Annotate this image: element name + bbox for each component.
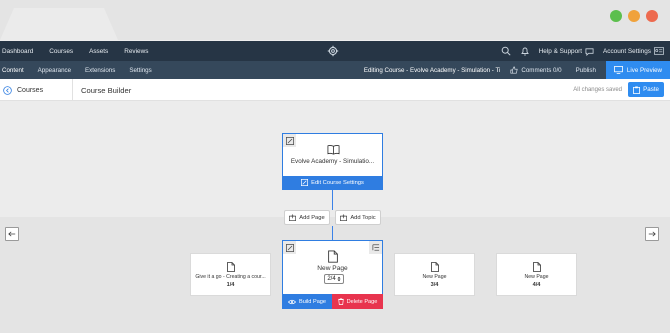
- page-title: Course Builder: [81, 85, 132, 95]
- account-settings-label: Account Settings: [603, 47, 651, 55]
- account-settings-link[interactable]: Account Settings: [603, 47, 664, 55]
- tab-appearance[interactable]: Appearance: [36, 61, 73, 79]
- eye-icon: [287, 299, 296, 304]
- bell-icon[interactable]: [520, 46, 530, 56]
- chat-bubble-icon: [585, 47, 594, 56]
- arrow-left-circle-icon: [3, 85, 12, 95]
- delete-page-label: Delete Page: [346, 298, 378, 305]
- monitor-icon: [614, 66, 623, 74]
- id-card-icon: [654, 47, 664, 55]
- page-icon: [533, 262, 541, 272]
- courses-breadcrumb-label: Courses: [17, 86, 44, 94]
- page-position: 2/4: [327, 276, 336, 282]
- edit-icon: [285, 136, 294, 145]
- breadcrumb-bar: Courses Course Builder All changes saved…: [0, 79, 670, 101]
- page-position-stepper[interactable]: 2/4: [324, 274, 344, 284]
- stepper-arrows-icon: [337, 276, 341, 282]
- thumbs-up-icon: [510, 66, 518, 74]
- browser-tab[interactable]: [0, 8, 118, 40]
- page-icon: [431, 262, 439, 272]
- page-icon: [328, 250, 338, 263]
- scroll-left-button[interactable]: [5, 227, 19, 241]
- page-position: 1/4: [226, 282, 235, 288]
- search-icon[interactable]: [501, 46, 511, 56]
- page-position: 3/4: [430, 282, 439, 288]
- paste-label: Paste: [643, 86, 659, 93]
- arrow-right-icon: [648, 231, 656, 237]
- connector-line-top: [332, 190, 333, 210]
- tab-content[interactable]: Content: [0, 61, 26, 79]
- page-structure-corner[interactable]: [369, 241, 382, 254]
- delete-page-button[interactable]: Delete Page: [332, 294, 383, 309]
- page-card-4[interactable]: New Page 4/4: [496, 253, 577, 296]
- comments-button[interactable]: Comments 0/0: [510, 66, 562, 74]
- page-title: New Page: [317, 265, 348, 272]
- help-support-link[interactable]: Help & Support: [539, 47, 594, 56]
- browser-chrome: [0, 0, 670, 40]
- page-title: New Page: [524, 274, 549, 280]
- nav-courses[interactable]: Courses: [49, 48, 73, 55]
- add-topic-label: Add Topic: [350, 214, 376, 221]
- add-topic-icon: [340, 214, 348, 221]
- window-dot-orange[interactable]: [628, 10, 640, 22]
- page-card-3[interactable]: New Page 3/4: [394, 253, 475, 296]
- page-card-2[interactable]: New Page 2/4: [282, 240, 383, 295]
- top-navigation: Dashboard Courses Assets Reviews Help & …: [0, 41, 670, 61]
- help-support-label: Help & Support: [538, 47, 583, 55]
- course-edit-corner[interactable]: [283, 134, 296, 147]
- editing-course-label: Editing Course - Evolve Academy - Simula…: [363, 66, 501, 74]
- add-page-label: Add Page: [299, 214, 325, 221]
- page-card-1[interactable]: Give it a go - Creating a cour... 1/4: [190, 253, 271, 296]
- nav-reviews[interactable]: Reviews: [124, 48, 148, 55]
- live-preview-label: Live Preview: [626, 66, 662, 74]
- arrow-left-icon: [8, 231, 16, 237]
- comments-label: Comments 0/0: [521, 66, 562, 74]
- add-page-button[interactable]: Add Page: [284, 210, 330, 225]
- page-title: New Page: [422, 274, 447, 280]
- publish-button[interactable]: Publish: [576, 67, 596, 74]
- page-edit-corner[interactable]: [283, 241, 296, 254]
- save-status: All changes saved: [573, 87, 622, 93]
- book-icon: [327, 144, 340, 155]
- course-card[interactable]: Evolve Academy - Simulatio... Edit Cours…: [282, 133, 383, 190]
- tab-settings[interactable]: Settings: [127, 61, 153, 79]
- build-page-label: Build Page: [298, 298, 327, 305]
- tab-extensions[interactable]: Extensions: [83, 61, 117, 79]
- nav-assets[interactable]: Assets: [89, 48, 108, 55]
- connector-line-bottom: [332, 226, 333, 240]
- paste-button[interactable]: Paste: [628, 82, 664, 97]
- edit-icon: [285, 243, 294, 252]
- back-to-courses-button[interactable]: Courses: [3, 79, 73, 101]
- window-dot-red[interactable]: [646, 10, 658, 22]
- clipboard-icon: [633, 86, 641, 94]
- course-title: Evolve Academy - Simulatio...: [290, 158, 375, 165]
- live-preview-button[interactable]: Live Preview: [605, 61, 670, 79]
- page-title: Give it a go - Creating a cour...: [195, 274, 266, 280]
- nav-dashboard[interactable]: Dashboard: [2, 48, 33, 55]
- scroll-right-button[interactable]: [645, 227, 659, 241]
- edit-course-settings-label: Edit Course Settings: [311, 179, 364, 186]
- page-position: 4/4: [532, 282, 541, 288]
- list-tree-icon: [372, 244, 379, 251]
- add-page-icon: [289, 214, 297, 221]
- window-dot-green[interactable]: [610, 10, 622, 22]
- page-icon: [227, 262, 235, 272]
- gear-icon[interactable]: [327, 45, 339, 57]
- window-controls: [610, 10, 658, 22]
- edit-icon: [301, 179, 309, 186]
- sub-navigation: Content Appearance Extensions Settings E…: [0, 61, 670, 79]
- page-actions: Build Page Delete Page: [282, 294, 383, 309]
- edit-course-settings-button[interactable]: Edit Course Settings: [283, 176, 382, 189]
- build-page-button[interactable]: Build Page: [282, 294, 332, 309]
- add-topic-button[interactable]: Add Topic: [335, 210, 381, 225]
- trash-icon: [337, 298, 344, 305]
